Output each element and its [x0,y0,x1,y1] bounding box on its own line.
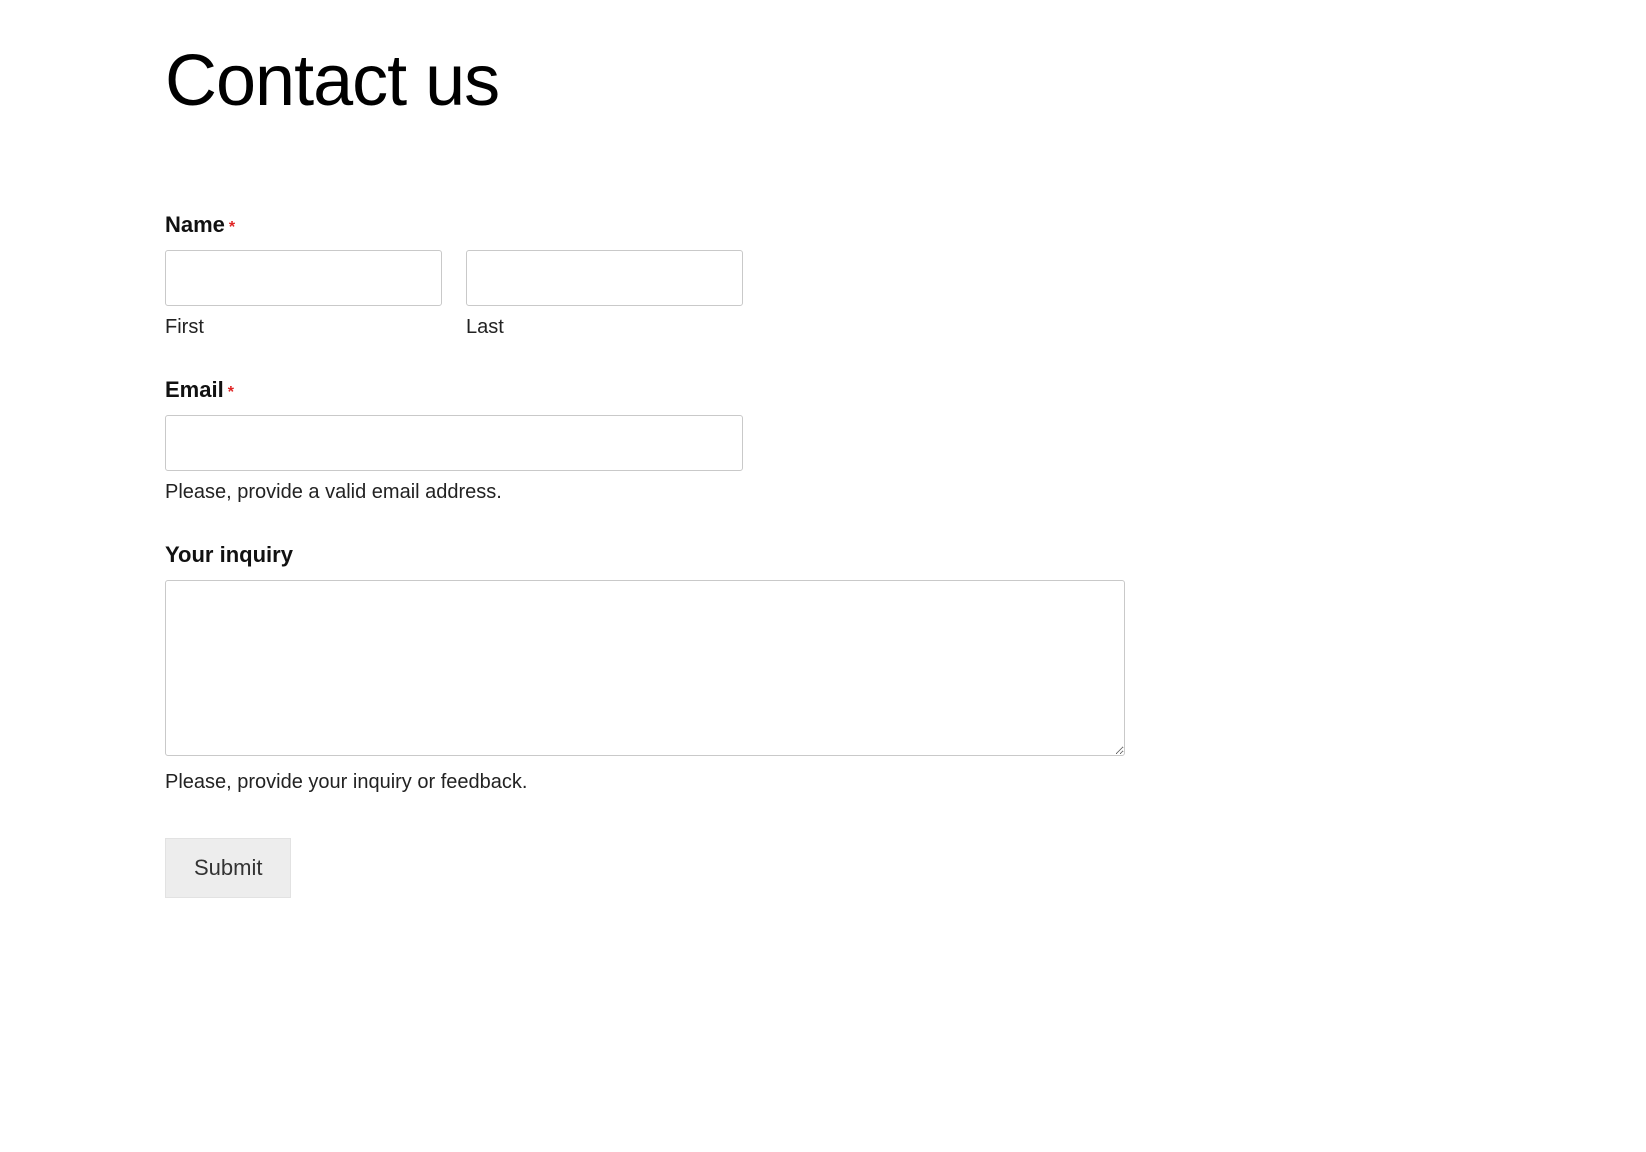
required-marker: * [228,384,234,401]
inquiry-helper-text: Please, provide your inquiry or feedback… [165,771,1481,794]
email-input[interactable] [165,415,743,471]
name-label: Name [165,212,225,238]
last-name-input[interactable] [466,250,743,306]
page-title: Contact us [165,40,1481,122]
email-helper-text: Please, provide a valid email address. [165,481,1481,504]
email-field-group: Email* Please, provide a valid email add… [165,377,1481,504]
first-name-sublabel: First [165,316,442,339]
email-label: Email [165,377,224,403]
name-field-group: Name* First Last [165,212,1481,339]
required-marker: * [229,219,235,236]
inquiry-textarea[interactable] [165,580,1125,756]
first-name-input[interactable] [165,250,442,306]
inquiry-field-group: Your inquiry Please, provide your inquir… [165,542,1481,794]
contact-form: Name* First Last Email* Please, provide … [165,212,1481,898]
inquiry-label: Your inquiry [165,542,293,568]
submit-button[interactable]: Submit [165,838,291,898]
last-name-sublabel: Last [466,316,743,339]
